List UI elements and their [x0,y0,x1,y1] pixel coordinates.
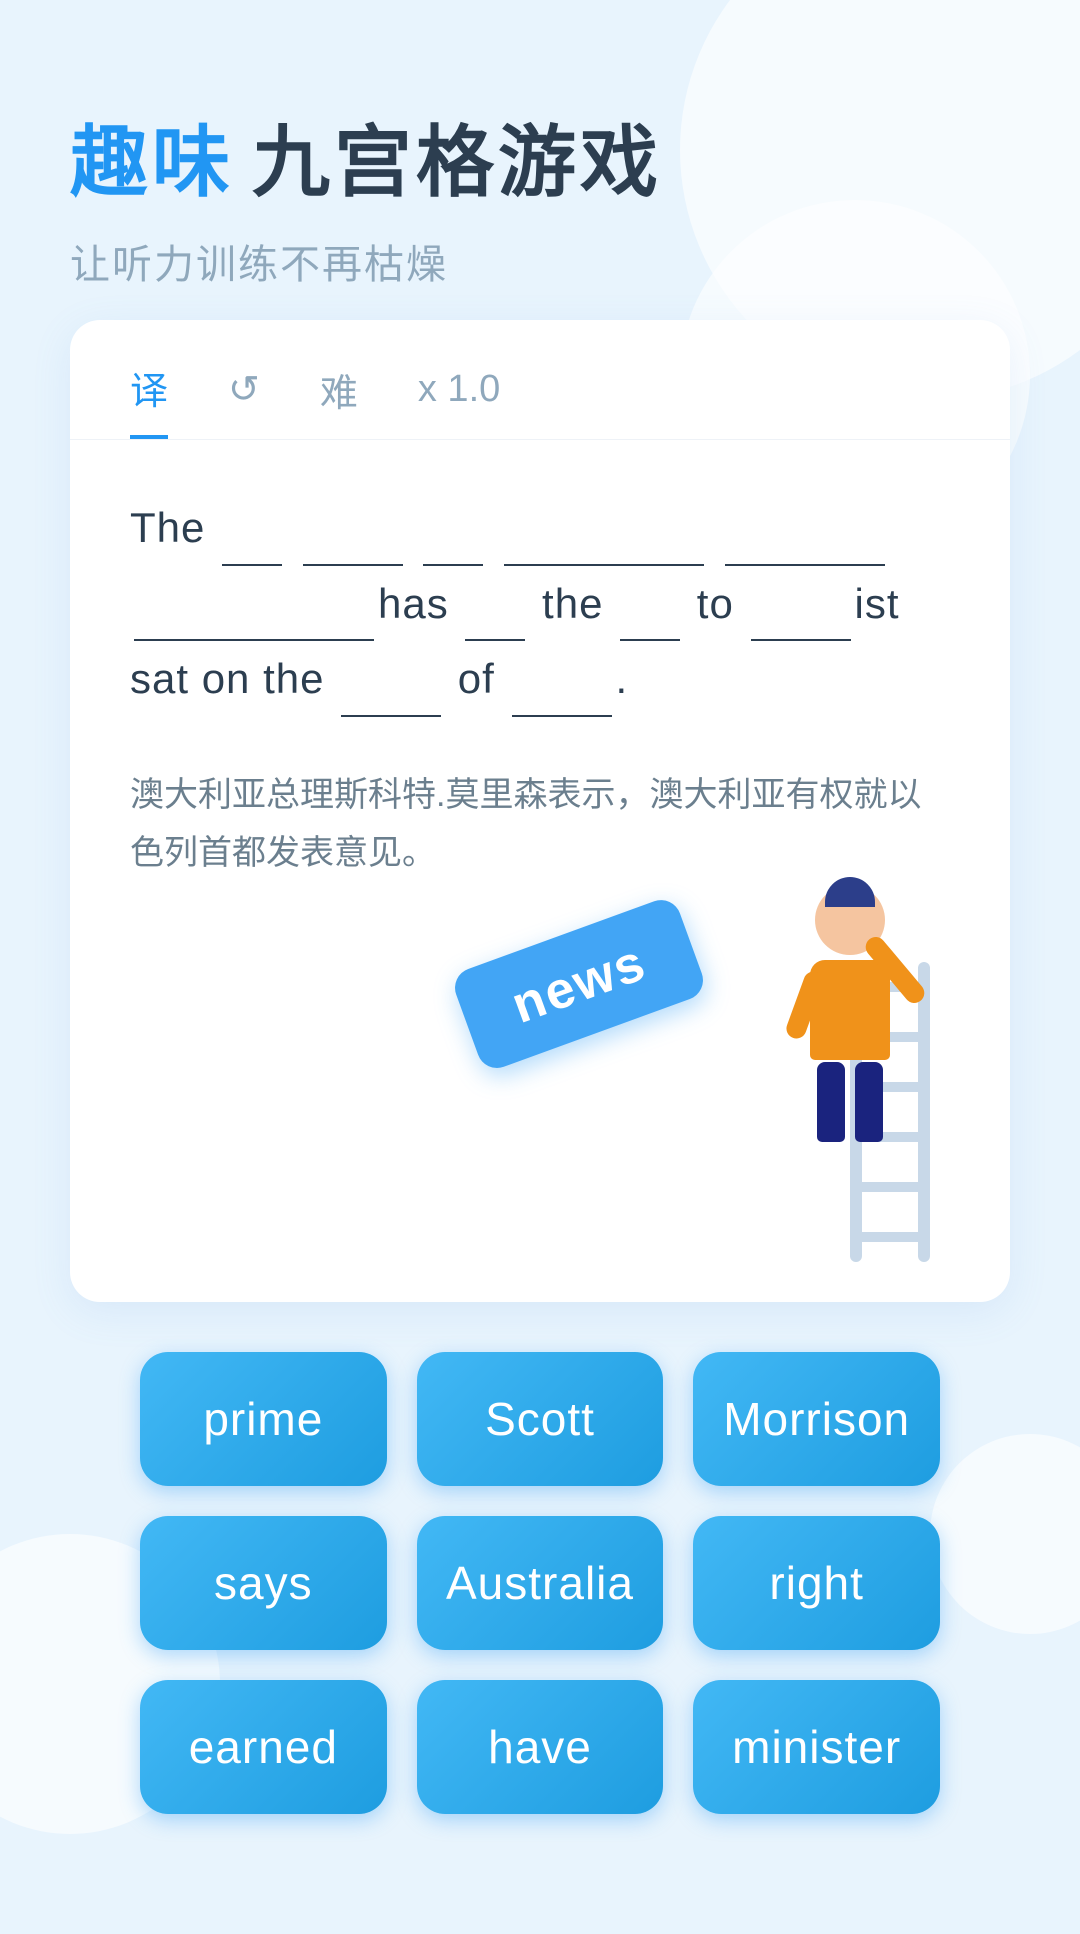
blank-1 [222,564,282,566]
person-arm-left [784,969,827,1042]
header-subtitle: 让听力训练不再枯燥 [70,232,1010,290]
person-illustration [690,902,970,1262]
tab-translate[interactable]: 译 [130,360,168,439]
ladder-rung-1 [850,1232,930,1242]
blank-9 [751,639,851,641]
word-btn-have[interactable]: have [417,1680,664,1814]
title-blue: 趣味 [70,100,234,212]
blank-4 [504,564,704,566]
word-btn-prime[interactable]: prime [140,1352,387,1486]
person-legs [810,1062,890,1142]
blank-3 [423,564,483,566]
blank-5 [725,564,885,566]
blank-8 [620,639,680,641]
blank-6 [134,639,374,641]
ladder-rung-2 [850,1182,930,1192]
word-btn-right[interactable]: right [693,1516,940,1650]
title-dark: 九宫格游戏 [252,100,662,212]
header: 趣味 九宫格游戏 让听力训练不再枯燥 [70,100,1010,290]
word-btn-australia[interactable]: Australia [417,1516,664,1650]
word-btn-earned[interactable]: earned [140,1680,387,1814]
tab-bar: 译 ↺ 难 x 1.0 [70,320,1010,440]
sentence-text: The has the to ist sat on the of . [130,490,950,717]
tab-difficulty[interactable]: 难 [320,362,358,437]
word-btn-morrison[interactable]: Morrison [693,1352,940,1486]
word-btn-minister[interactable]: minister [693,1680,940,1814]
person-leg-right [855,1062,883,1142]
sentence-area: The has the to ist sat on the of . [70,450,1010,747]
tab-refresh[interactable]: ↺ [228,367,260,432]
header-title: 趣味 九宫格游戏 [70,100,1010,212]
game-card: 译 ↺ 难 x 1.0 The has the to ist sat on th [70,320,1010,1302]
ladder-right-side [918,962,930,1262]
news-badge: news [449,895,708,1074]
translation-text: 澳大利亚总理斯科特.莫里森表示，澳大利亚有权就以色列首都发表意见。 [70,747,1010,893]
word-btn-says[interactable]: says [140,1516,387,1650]
person-body [810,960,890,1060]
blank-7 [465,639,525,641]
tab-speed[interactable]: x 1.0 [418,368,500,431]
person-leg-left [817,1062,845,1142]
illustration-area: news [70,902,1010,1262]
refresh-icon: ↺ [228,369,260,411]
blank-10 [341,715,441,717]
word-grid: prime Scott Morrison says Australia righ… [70,1352,1010,1814]
blank-2 [303,564,403,566]
blank-11 [512,715,612,717]
word-btn-scott[interactable]: Scott [417,1352,664,1486]
person [810,885,890,1142]
